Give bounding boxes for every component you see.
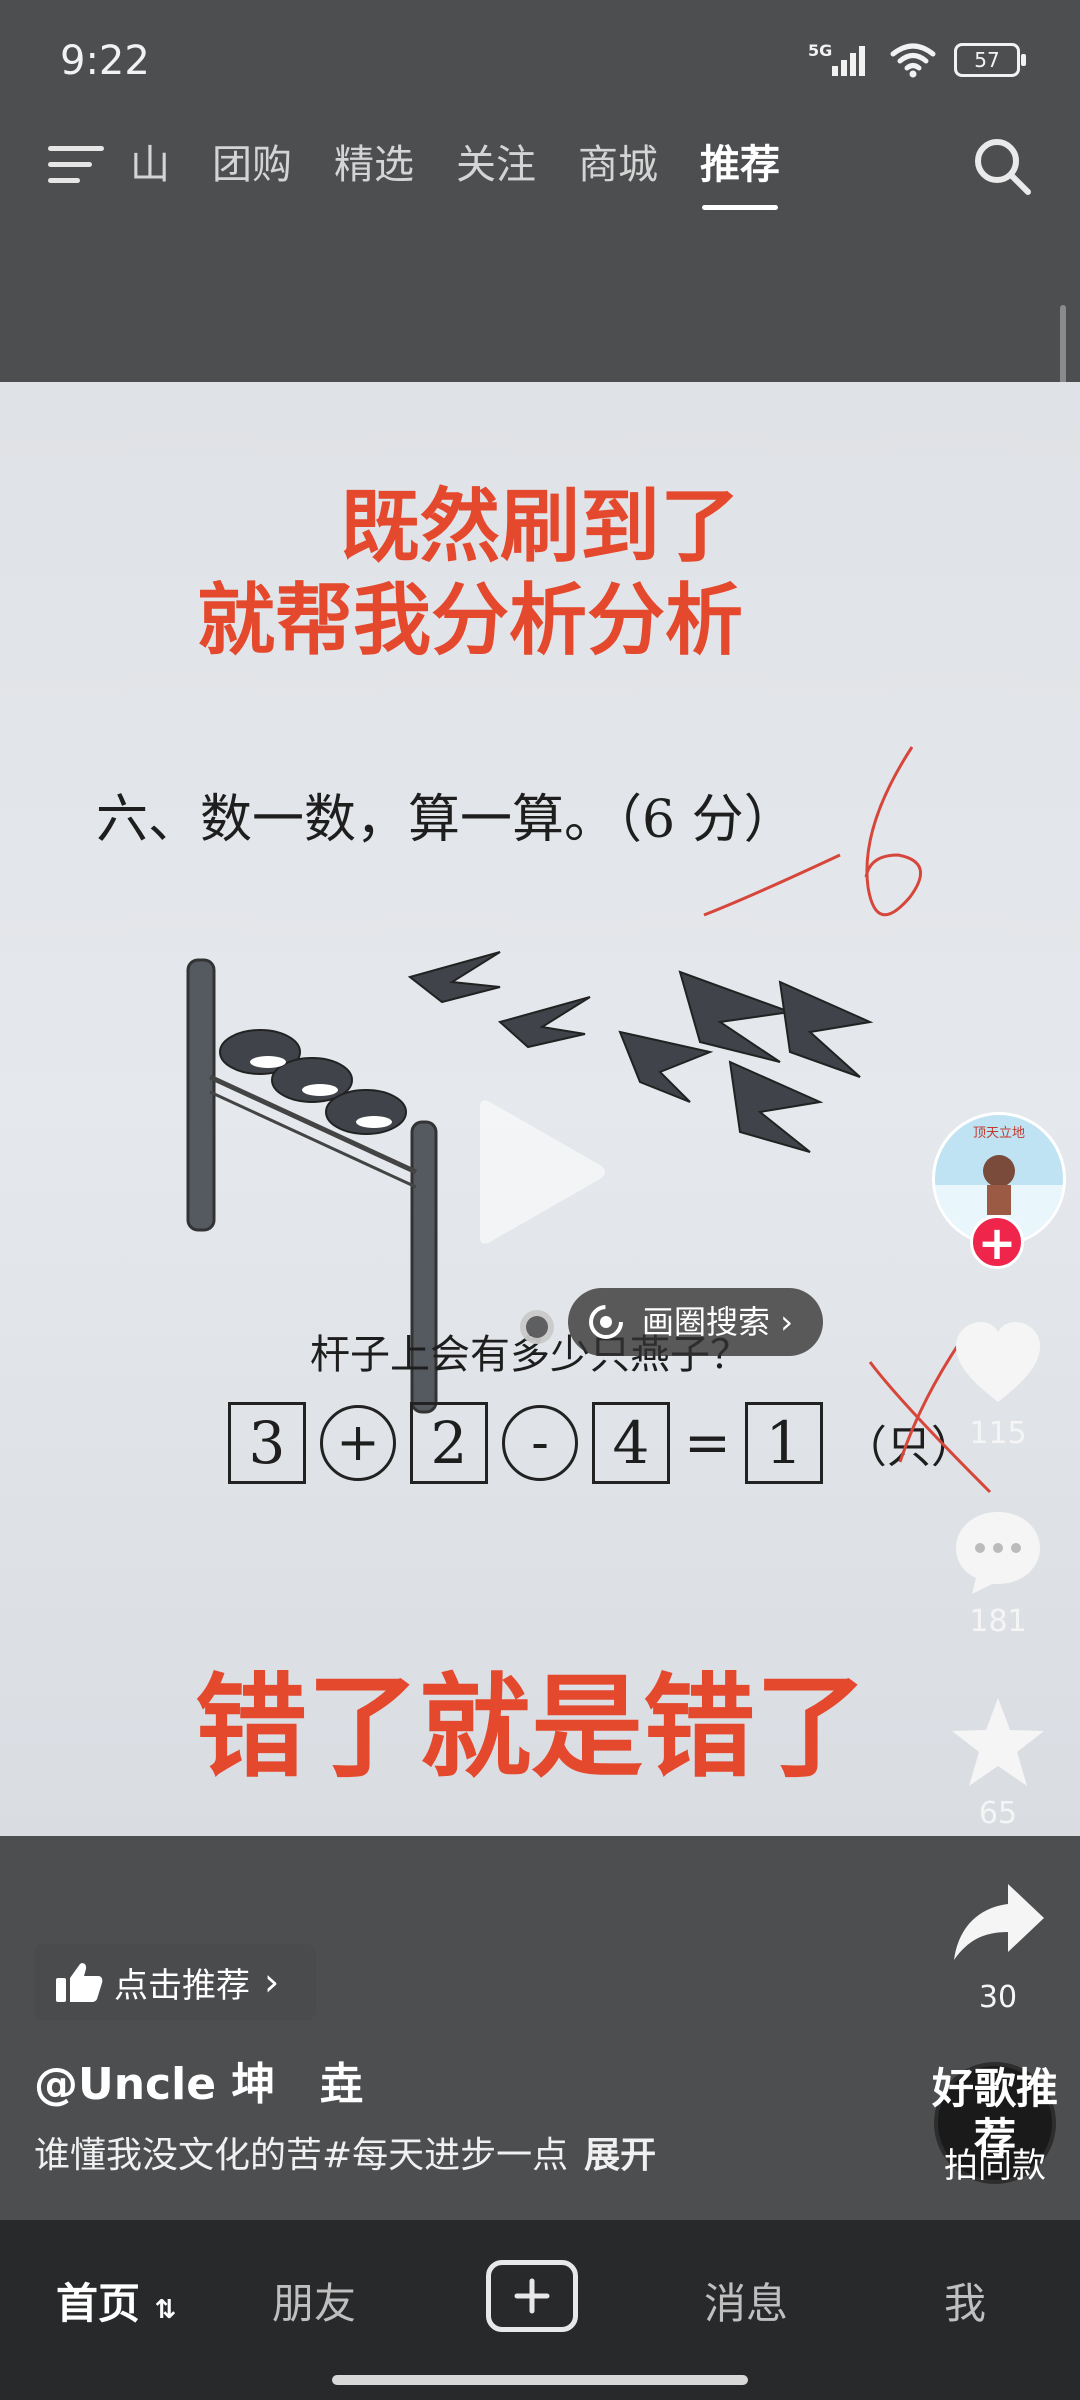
eq-result: 1 bbox=[744, 1402, 823, 1484]
eq-operator-1: + bbox=[320, 1405, 396, 1481]
battery-icon: 57 bbox=[954, 43, 1026, 77]
menu-icon[interactable] bbox=[48, 142, 104, 186]
video-player[interactable]: 既然刷到了 就帮我分析分析 六、数一数，算一算。（6 分） 杆子上会有多少只燕子… bbox=[0, 382, 1080, 1836]
circle-search-icon bbox=[589, 1305, 623, 1339]
nav-home-label: 首页 bbox=[56, 2279, 141, 2328]
sort-icon: ⇅ bbox=[154, 2295, 177, 2325]
wifi-icon bbox=[890, 43, 936, 78]
share-icon[interactable] bbox=[950, 1876, 1046, 1972]
bottom-headline: 错了就是错了 bbox=[195, 1663, 867, 1793]
heart-icon[interactable] bbox=[950, 1316, 1046, 1412]
eq-number-3: 4 bbox=[592, 1402, 670, 1484]
circle-search-button[interactable]: 画圈搜索 › bbox=[568, 1288, 823, 1356]
home-indicator bbox=[332, 2375, 748, 2385]
thumbs-up-icon bbox=[56, 1963, 103, 2002]
status-icons: 5G 57 bbox=[808, 40, 1026, 80]
likes-count: 115 bbox=[969, 1416, 1027, 1451]
play-icon[interactable] bbox=[460, 1097, 610, 1247]
comment-icon[interactable] bbox=[950, 1504, 1046, 1600]
nav-tabs: 山 团购 精选 关注 商城 推荐 bbox=[130, 132, 780, 210]
signal-5g-icon: 5G bbox=[808, 41, 865, 76]
tab-recommend[interactable]: 推荐 bbox=[700, 132, 780, 210]
indicator-dot bbox=[520, 1310, 554, 1344]
eq-equals: = bbox=[684, 1410, 731, 1476]
top-nav: 山 团购 精选 关注 商城 推荐 bbox=[0, 120, 1080, 220]
nav-messages[interactable]: 消息 bbox=[704, 2270, 788, 2331]
status-time: 9:22 bbox=[60, 38, 150, 84]
nav-friends[interactable]: 朋友 bbox=[272, 2270, 356, 2331]
svg-text:5G: 5G bbox=[808, 41, 832, 60]
shares-count: 30 bbox=[978, 1980, 1018, 2015]
username[interactable]: @Uncle 坤 垚 bbox=[34, 2048, 363, 2112]
eq-operator-2: - bbox=[502, 1405, 578, 1481]
status-bar: 9:22 5G 57 bbox=[0, 0, 1080, 120]
comments-count: 181 bbox=[969, 1604, 1027, 1639]
favorites-count: 65 bbox=[978, 1796, 1018, 1831]
eq-number-2: 2 bbox=[410, 1402, 488, 1484]
tab-mall[interactable]: 商城 bbox=[578, 132, 658, 210]
recommend-button[interactable]: 点击推荐 › bbox=[34, 1944, 316, 2020]
shoot-same-label[interactable]: 拍同款 bbox=[930, 2138, 1060, 2187]
headline-line2: 就帮我分析分析 bbox=[196, 576, 743, 666]
nav-home[interactable]: 首页 ⇅ bbox=[56, 2270, 176, 2331]
expand-button[interactable]: 展开 bbox=[584, 2135, 656, 2176]
nav-me[interactable]: 我 bbox=[944, 2270, 986, 2331]
eq-number-1: 3 bbox=[228, 1402, 306, 1484]
plus-icon bbox=[514, 2278, 550, 2314]
tab-following[interactable]: 关注 bbox=[456, 132, 536, 210]
avatar-text: 顶天立地 bbox=[973, 1126, 1025, 1141]
caption-text: 谁懂我没文化的苦#每天进步一点 bbox=[34, 2135, 569, 2176]
circle-search-label: 画圈搜索 bbox=[642, 1303, 771, 1341]
star-icon[interactable] bbox=[950, 1694, 1046, 1790]
follow-button[interactable]: + bbox=[970, 1215, 1024, 1269]
chevron-right-icon: › bbox=[780, 1303, 793, 1341]
search-icon[interactable] bbox=[970, 134, 1034, 198]
tab-mountain[interactable]: 山 bbox=[130, 132, 170, 210]
chevron-right-icon: › bbox=[264, 1960, 280, 2004]
create-button[interactable] bbox=[486, 2260, 578, 2332]
bottom-nav: 首页 ⇅ 朋友 消息 我 bbox=[0, 2220, 1080, 2400]
score-mark bbox=[703, 746, 922, 917]
tab-featured[interactable]: 精选 bbox=[334, 132, 414, 210]
tab-group-buy[interactable]: 团购 bbox=[212, 132, 292, 210]
recommend-label: 点击推荐 bbox=[114, 1965, 250, 2006]
caption: 谁懂我没文化的苦#每天进步一点 展开 bbox=[34, 2126, 656, 2178]
